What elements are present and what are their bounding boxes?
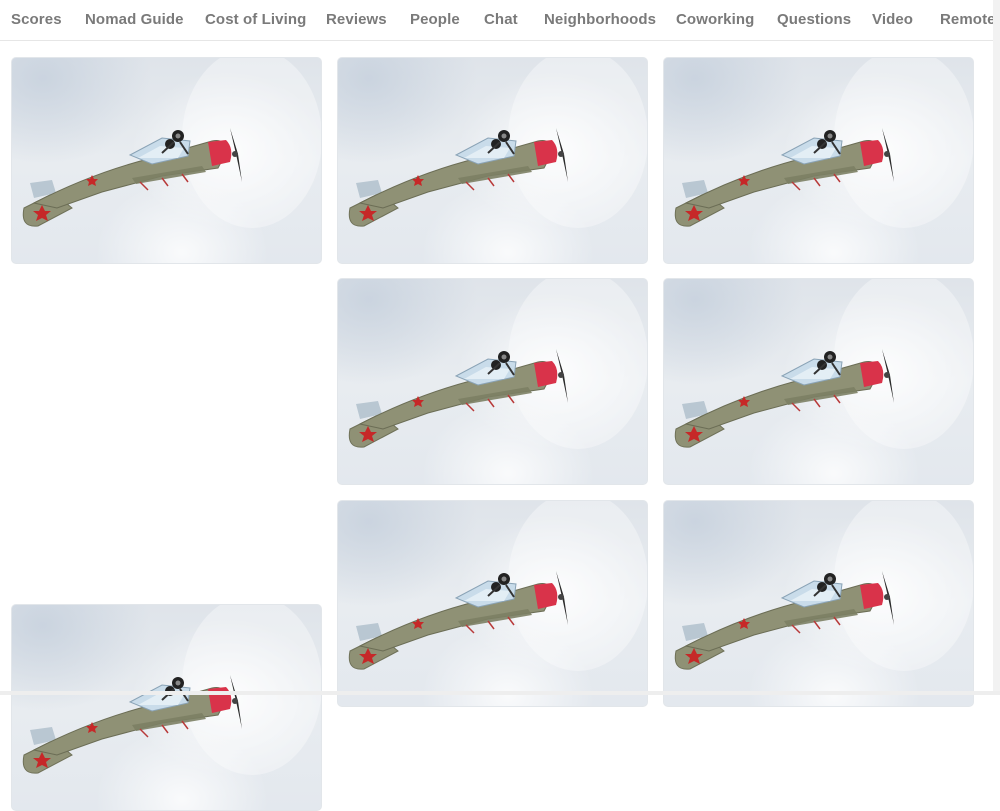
gallery-photo[interactable] bbox=[11, 57, 322, 264]
nav-item-questions[interactable]: Questions bbox=[777, 11, 851, 28]
page-scrollbar-edge[interactable] bbox=[993, 0, 1000, 695]
nav-item-neighborhoods[interactable]: Neighborhoods bbox=[544, 11, 656, 28]
nav-item-chat[interactable]: Chat bbox=[484, 11, 518, 28]
nav-item-scores[interactable]: Scores bbox=[11, 11, 62, 28]
gallery-photo[interactable] bbox=[663, 500, 974, 707]
page-bottom-edge bbox=[0, 691, 1000, 695]
nav-item-remote[interactable]: Remote bbox=[940, 11, 996, 28]
gallery-photo[interactable] bbox=[663, 57, 974, 264]
nav-item-coworking[interactable]: Coworking bbox=[676, 11, 754, 28]
gallery-photo[interactable] bbox=[337, 500, 648, 707]
gallery-photo[interactable] bbox=[337, 57, 648, 264]
gallery-photo[interactable] bbox=[337, 278, 648, 485]
nav-item-video[interactable]: Video bbox=[872, 11, 913, 28]
gallery-photo[interactable] bbox=[663, 278, 974, 485]
gallery-photo[interactable] bbox=[11, 604, 322, 811]
nav-item-people[interactable]: People bbox=[410, 11, 460, 28]
nav-item-reviews[interactable]: Reviews bbox=[326, 11, 387, 28]
top-navigation: Scores Nomad Guide Cost of Living Review… bbox=[0, 0, 1000, 41]
nav-item-nomad-guide[interactable]: Nomad Guide bbox=[85, 11, 184, 28]
nav-item-cost-of-living[interactable]: Cost of Living bbox=[205, 11, 306, 28]
